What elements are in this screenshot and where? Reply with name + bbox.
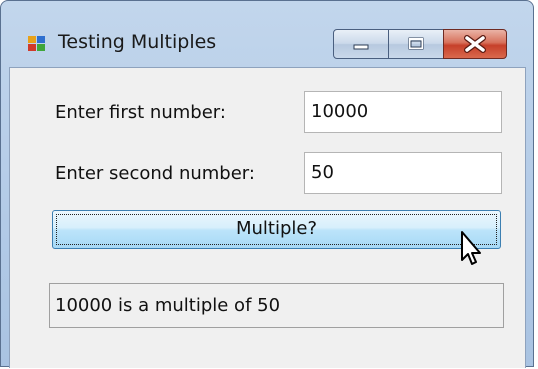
minimize-icon (353, 44, 369, 50)
app-window: Testing Multiples Enter first number: 10… (0, 0, 534, 368)
form-client-area: Enter first number: 10000 Enter second n… (9, 67, 526, 368)
first-number-input[interactable]: 10000 (304, 91, 502, 133)
maximize-icon (408, 37, 424, 50)
close-icon (464, 35, 486, 53)
app-icon (28, 36, 45, 51)
multiple-button[interactable]: Multiple? (52, 210, 501, 249)
first-number-label: Enter first number: (55, 102, 226, 123)
second-number-input[interactable]: 50 (304, 152, 502, 194)
result-label: 10000 is a multiple of 50 (49, 283, 504, 328)
close-button[interactable] (443, 29, 507, 59)
multiple-button-label: Multiple? (235, 218, 318, 239)
mouse-cursor-icon (461, 231, 481, 265)
title-bar[interactable]: Testing Multiples (1, 1, 533, 59)
window-title: Testing Multiples (58, 31, 217, 53)
minimize-button[interactable] (333, 29, 389, 59)
second-number-label: Enter second number: (55, 163, 255, 184)
maximize-button[interactable] (388, 29, 444, 59)
